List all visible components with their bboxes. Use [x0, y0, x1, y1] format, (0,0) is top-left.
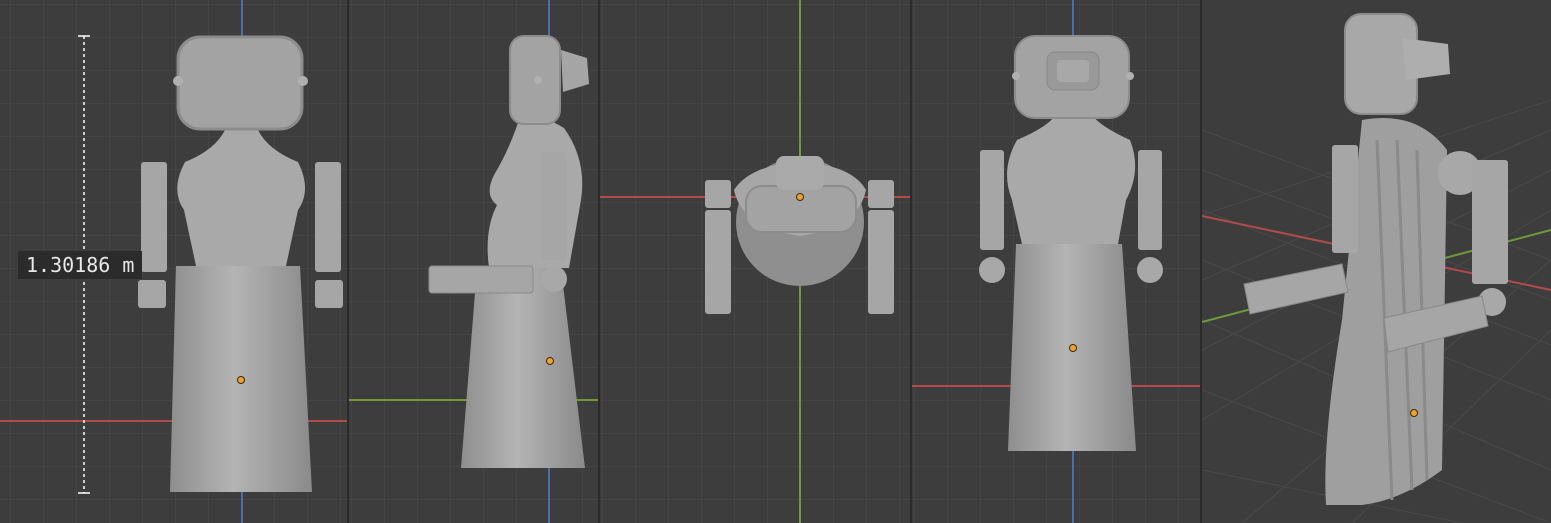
model-arm-left [141, 162, 167, 272]
top-view-canvas [600, 0, 910, 523]
viewport-perspective[interactable] [1202, 0, 1551, 523]
measure-label: 1.30186 m [18, 251, 143, 279]
model-arm-right [1472, 160, 1508, 284]
model-forearm-left [1243, 263, 1349, 315]
right-view-canvas [349, 0, 598, 523]
viewport-right[interactable] [349, 0, 598, 523]
origin-dot-icon [237, 376, 245, 384]
model-forearm [428, 265, 534, 294]
model-arm-left [980, 150, 1004, 250]
origin-dot-icon [796, 193, 804, 201]
viewport-back[interactable] [912, 0, 1200, 523]
model-head [176, 35, 304, 131]
model-arm-right [315, 162, 341, 272]
origin-dot-icon [546, 357, 554, 365]
model-arm-right [868, 210, 894, 314]
origin-dot-icon [1069, 344, 1077, 352]
viewport-front[interactable]: 1.30186 m [0, 0, 347, 523]
model-arm [541, 152, 567, 260]
perspective-view-canvas [1202, 13, 1551, 523]
model-arm-right [1138, 150, 1162, 250]
origin-dot-icon [1410, 409, 1418, 417]
back-view-canvas [912, 0, 1200, 523]
model-arm-left [705, 210, 731, 314]
viewport-top[interactable] [600, 0, 910, 523]
model-head [745, 185, 857, 233]
